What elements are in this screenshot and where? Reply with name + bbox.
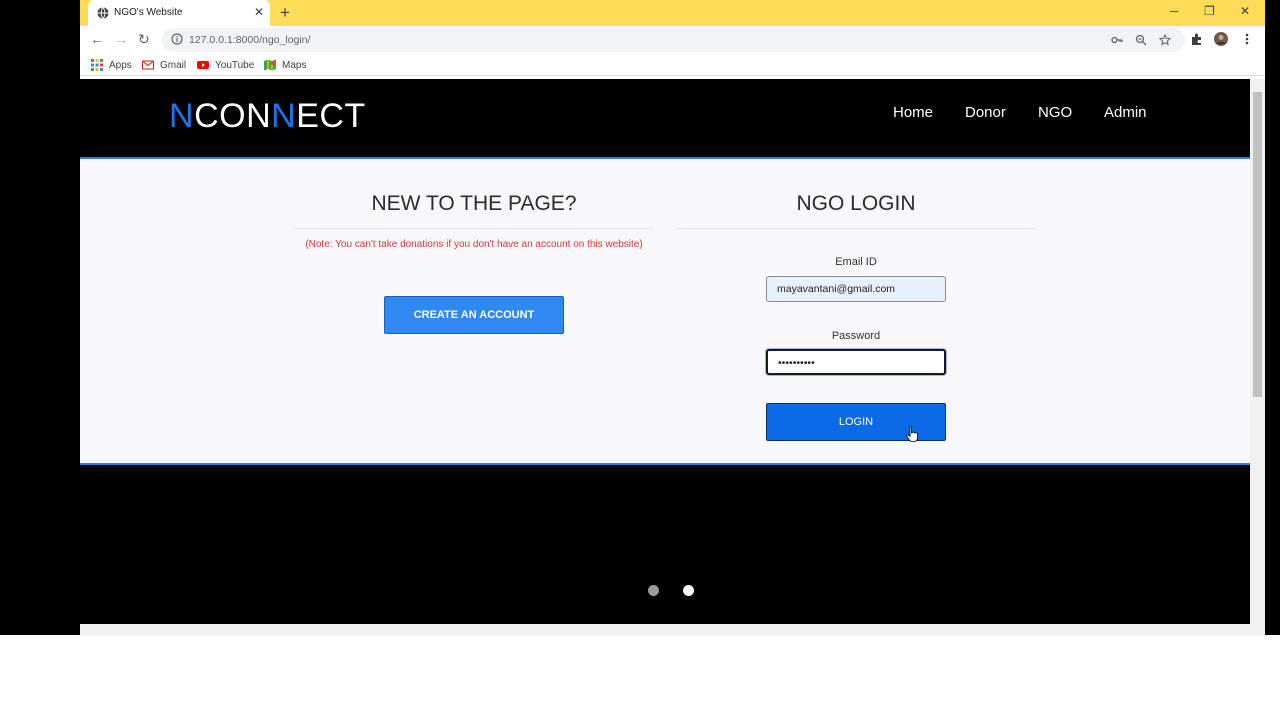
bookmark-label: Maps [282, 59, 307, 71]
carousel-dot-2[interactable] [683, 585, 694, 596]
bookmark-youtube[interactable]: YouTube [197, 58, 254, 72]
bookmark-maps[interactable]: Maps [264, 58, 306, 72]
info-icon[interactable] [171, 33, 183, 45]
key-icon[interactable] [1111, 34, 1123, 46]
divider [676, 228, 1036, 229]
avatar[interactable] [1214, 32, 1228, 46]
globe-icon [97, 7, 109, 19]
forward-icon[interactable]: → [114, 31, 128, 47]
bookmark-label: YouTube [215, 59, 255, 71]
back-icon[interactable]: ← [90, 31, 104, 47]
login-button[interactable]: LOGIN [766, 403, 946, 441]
toolbar: ← → ↻ 127.0.0.1:8000/ngo_login/ [80, 26, 1265, 54]
bookmark-label: Gmail [160, 59, 187, 71]
password-field[interactable]: •••••••••• [766, 349, 946, 375]
gmail-icon [142, 60, 154, 70]
outer-background-right [1265, 0, 1280, 635]
bookmarks-bar: Apps Gmail YouTube Maps [80, 54, 1265, 76]
browser-window: NGO's Website ✕ + ─ ❐ ✕ ← → ↻ 127.0.0.1:… [80, 0, 1265, 635]
bookmark-apps[interactable]: Apps [91, 58, 132, 72]
signup-note: (Note: You can't take donations if you d… [305, 239, 643, 250]
bookmark-gmail[interactable]: Gmail [142, 58, 186, 72]
close-window-icon[interactable]: ✕ [1240, 4, 1250, 18]
nav-donor[interactable]: Donor [965, 104, 1006, 121]
hand-cursor-icon [906, 426, 918, 442]
maps-icon [264, 59, 276, 71]
nav-ngo[interactable]: NGO [1038, 104, 1072, 121]
outer-background-left [0, 0, 80, 635]
horizontal-scrollbar[interactable] [80, 624, 1265, 635]
nav-home[interactable]: Home [893, 104, 933, 121]
tab-active[interactable]: NGO's Website ✕ [88, 0, 270, 26]
menu-icon[interactable] [1240, 32, 1254, 46]
bookmark-label: Apps [109, 59, 132, 71]
youtube-icon [197, 61, 209, 69]
password-label: Password [831, 330, 881, 342]
tab-title: NGO's Website [114, 7, 183, 18]
email-label: Email ID [835, 256, 877, 268]
create-account-button[interactable]: CREATE AN ACCOUNT [384, 296, 564, 334]
empty-area [0, 635, 1280, 720]
divider [294, 228, 654, 229]
signup-heading: NEW TO THE PAGE? [371, 192, 577, 215]
star-icon[interactable] [1159, 34, 1171, 46]
address-bar[interactable]: 127.0.0.1:8000/ngo_login/ [162, 28, 1185, 52]
email-field[interactable]: mayavantani@gmail.com [766, 276, 946, 302]
new-tab-icon[interactable]: + [280, 3, 290, 23]
restore-icon[interactable]: ❐ [1204, 4, 1215, 18]
login-heading: NGO LOGIN [796, 192, 916, 215]
zoom-icon[interactable] [1135, 34, 1147, 46]
apps-grid-icon [91, 59, 103, 71]
vertical-scrollbar[interactable] [1250, 79, 1265, 624]
site-logo[interactable]: NCONNECT [169, 97, 366, 136]
tab-strip: NGO's Website ✕ + ─ ❐ ✕ [80, 0, 1265, 26]
minimize-icon[interactable]: ─ [1170, 4, 1179, 18]
carousel-dot-1[interactable] [648, 585, 659, 596]
url-text: 127.0.0.1:8000/ngo_login/ [189, 34, 311, 46]
login-panel [80, 157, 1250, 465]
scrollbar-thumb[interactable] [1253, 92, 1262, 397]
extensions-icon[interactable] [1190, 32, 1204, 46]
close-tab-icon[interactable]: ✕ [254, 5, 264, 19]
nav-admin[interactable]: Admin [1104, 104, 1147, 121]
web-page: NCONNECT Home Donor NGO Admin NEW TO THE… [80, 79, 1250, 624]
reload-icon[interactable]: ↻ [138, 31, 150, 48]
